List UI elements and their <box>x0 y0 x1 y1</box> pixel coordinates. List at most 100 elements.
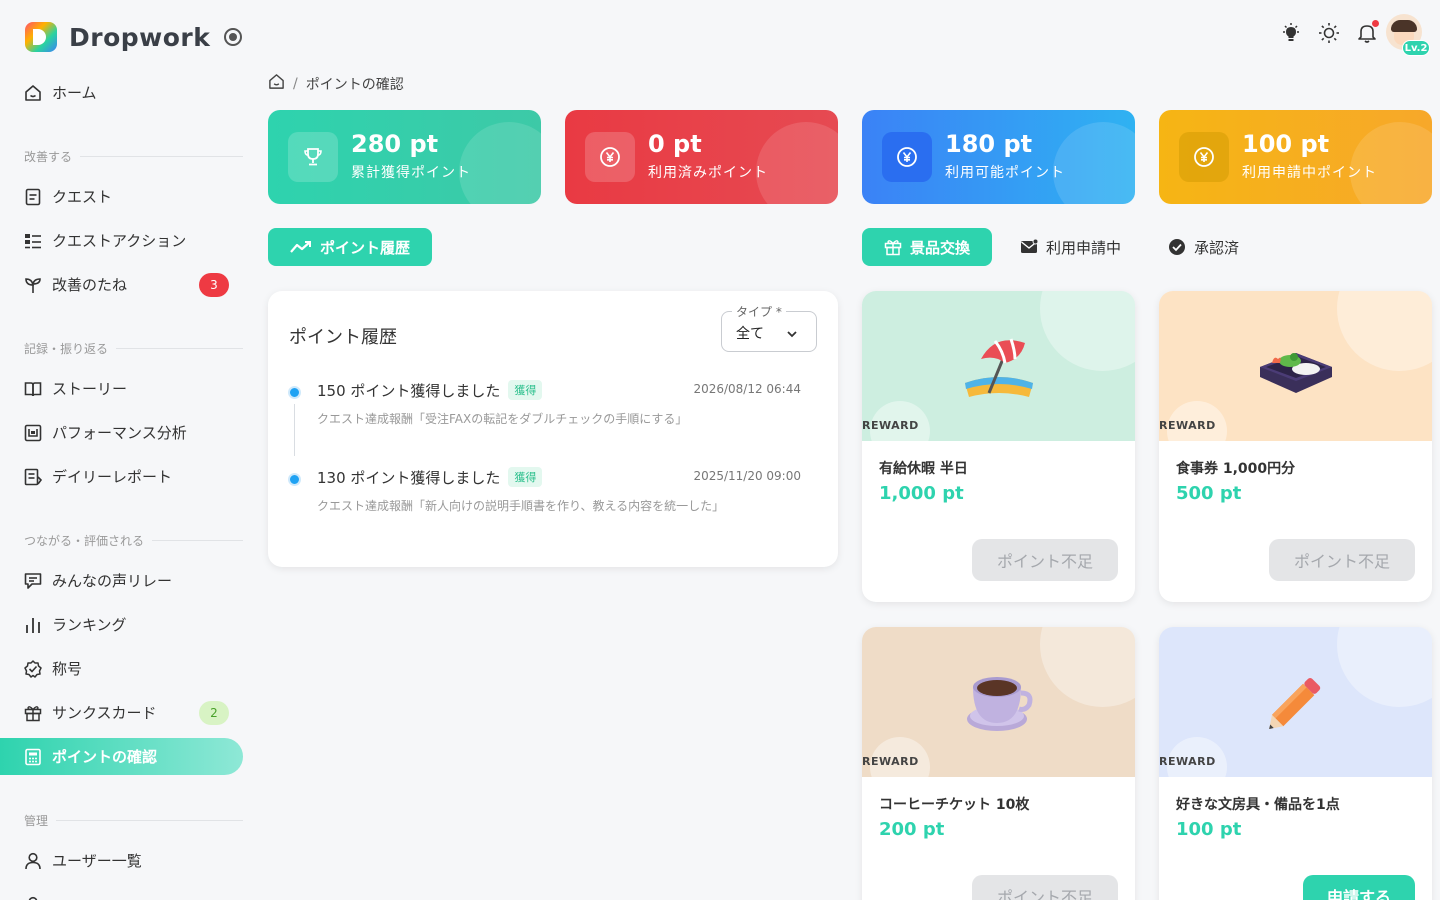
sidebar-item-label: クエストアクション <box>52 232 187 250</box>
reward-tag: REWARD <box>1159 755 1216 768</box>
select-label: タイプ * <box>732 303 786 320</box>
timeline-line <box>294 404 295 456</box>
entry-description: クエスト達成報酬「新人向けの説明手順書を作り、教える内容を統一した」 <box>317 499 725 513</box>
coffee-cup-icon <box>959 665 1039 741</box>
stat-value: 100 pt <box>1242 130 1330 158</box>
chevron-down-icon <box>786 325 798 344</box>
sidebar-item-daily-report[interactable]: デイリーレポート <box>0 458 243 495</box>
list-icon <box>24 232 42 250</box>
level-badge: Lv.2 <box>1402 40 1430 56</box>
home-icon[interactable] <box>268 73 285 94</box>
tab-label: ポイント履歴 <box>320 238 411 257</box>
sidebar-item-performance[interactable]: パフォーマンス分析 <box>0 414 243 451</box>
entry-timestamp: 2026/08/12 06:44 <box>693 382 801 396</box>
reward-price: 500 pt <box>1176 483 1242 504</box>
stat-value: 280 pt <box>351 130 439 158</box>
sidebar-item-home[interactable]: ホーム <box>0 74 243 111</box>
entry-title-text: 150 ポイント獲得しました <box>317 382 501 400</box>
sidebar-section-admin: 管理 <box>24 812 243 829</box>
lightbulb-icon[interactable] <box>1280 22 1302 44</box>
stat-value: 180 pt <box>945 130 1033 158</box>
sidebar-section-improve: 改善する <box>24 148 243 165</box>
insufficient-points-button[interactable]: ポイント不足 <box>1269 539 1415 581</box>
insufficient-points-button[interactable]: ポイント不足 <box>972 539 1118 581</box>
sidebar-item-voice-relay[interactable]: みんなの声リレー <box>0 562 243 599</box>
tab-point-history[interactable]: ポイント履歴 <box>268 228 433 266</box>
sidebar-item-label: ユーザー一覧 <box>52 852 142 870</box>
panel-title: ポイント履歴 <box>289 327 397 348</box>
home-icon <box>24 84 42 102</box>
sidebar-item-titles[interactable]: 称号 <box>0 650 243 687</box>
sprout-icon <box>24 276 42 294</box>
verified-badge-icon <box>24 659 42 678</box>
sidebar-item-story[interactable]: ストーリー <box>0 370 243 407</box>
entry-timestamp: 2025/11/20 09:00 <box>693 469 801 483</box>
gift-icon <box>884 240 902 256</box>
sidebar-item-label: 改善のたね <box>52 276 128 294</box>
report-icon <box>24 468 42 486</box>
sidebar-item-ranking[interactable]: ランキング <box>0 606 243 643</box>
gift-icon <box>24 704 42 722</box>
user-icon <box>24 852 42 870</box>
breadcrumb: / ポイントの確認 <box>268 73 404 94</box>
bar-chart-icon <box>24 616 42 634</box>
reward-price: 1,000 pt <box>879 483 964 504</box>
sidebar-item-points[interactable]: ポイントの確認 <box>0 738 243 775</box>
reward-card: REWARD 食事券 1,000円分 500 pt ポイント不足 <box>1159 291 1432 602</box>
stat-pending: 100 pt 利用申請中ポイント <box>1159 110 1432 204</box>
sidebar-item-label: ポイントの確認 <box>52 748 158 766</box>
count-badge: 2 <box>199 701 229 725</box>
sidebar-collapse-toggle[interactable] <box>224 28 242 46</box>
apply-button[interactable]: 申請する <box>1303 875 1415 900</box>
reward-tag: REWARD <box>1159 419 1216 432</box>
pencil-icon <box>1256 665 1336 749</box>
reward-name: 有給休暇 半日 <box>879 461 968 477</box>
reward-price: 200 pt <box>879 819 945 840</box>
sidebar-item-partial[interactable] <box>0 886 243 900</box>
sidebar-item-label: ストーリー <box>52 380 128 398</box>
sidebar-item-user-list[interactable]: ユーザー一覧 <box>0 842 243 879</box>
stat-label: 利用済みポイント <box>648 165 768 181</box>
tab-prize-exchange[interactable]: 景品交換 <box>862 228 993 266</box>
sidebar-item-label: クエスト <box>52 188 113 206</box>
tab-label: 景品交換 <box>910 238 971 257</box>
stat-used: 0 pt 利用済みポイント <box>565 110 838 204</box>
sidebar-item-label: みんなの声リレー <box>52 572 173 590</box>
reward-card: REWARD 有給休暇 半日 1,000 pt ポイント不足 <box>862 291 1135 602</box>
app-logo[interactable]: Dropwork <box>25 22 210 52</box>
tab-approved[interactable]: 承認済 <box>1146 228 1261 266</box>
yen-icon <box>585 132 635 182</box>
yen-icon <box>1179 132 1229 182</box>
type-filter-select[interactable]: タイプ * 全て <box>721 303 817 352</box>
reward-price: 100 pt <box>1176 819 1242 840</box>
reward-image: REWARD <box>862 291 1135 441</box>
count-badge: 3 <box>199 273 229 297</box>
sidebar-item-label: 称号 <box>52 660 83 678</box>
entry-title: 150 ポイント獲得しました 獲得 <box>317 380 543 401</box>
check-circle-icon <box>1169 239 1185 255</box>
sidebar-item-label: デイリーレポート <box>52 468 173 486</box>
stat-available: 180 pt 利用可能ポイント <box>862 110 1135 204</box>
reward-card: REWARD 好きな文房具・備品を1点 100 pt 申請する <box>1159 627 1432 900</box>
sidebar: Dropwork ホーム 改善する クエスト クエストアクション 改善のたね 3… <box>0 0 255 900</box>
reward-name: 食事券 1,000円分 <box>1176 461 1296 477</box>
sidebar-item-thanks-card[interactable]: サンクスカード 2 <box>0 694 243 731</box>
insufficient-points-button[interactable]: ポイント不足 <box>972 875 1118 900</box>
sidebar-item-improvement-seeds[interactable]: 改善のたね 3 <box>0 266 243 303</box>
calculator-icon <box>24 748 42 766</box>
logo-mark-icon <box>25 22 57 52</box>
timeline-dot <box>288 473 301 486</box>
entry-type-tag: 獲得 <box>508 380 543 400</box>
avatar-hair <box>1391 20 1417 32</box>
user-icon <box>24 896 42 900</box>
sun-icon[interactable] <box>1318 22 1340 44</box>
stat-label: 利用可能ポイント <box>945 165 1065 181</box>
tab-label: 承認済 <box>1194 238 1240 257</box>
trend-icon <box>290 241 311 253</box>
notification-dot <box>1372 20 1379 27</box>
tab-pending[interactable]: 利用申請中 <box>998 228 1143 266</box>
sidebar-item-quest[interactable]: クエスト <box>0 178 243 215</box>
book-icon <box>24 380 42 398</box>
reward-image: REWARD <box>862 627 1135 777</box>
sidebar-item-quest-action[interactable]: クエストアクション <box>0 222 243 259</box>
